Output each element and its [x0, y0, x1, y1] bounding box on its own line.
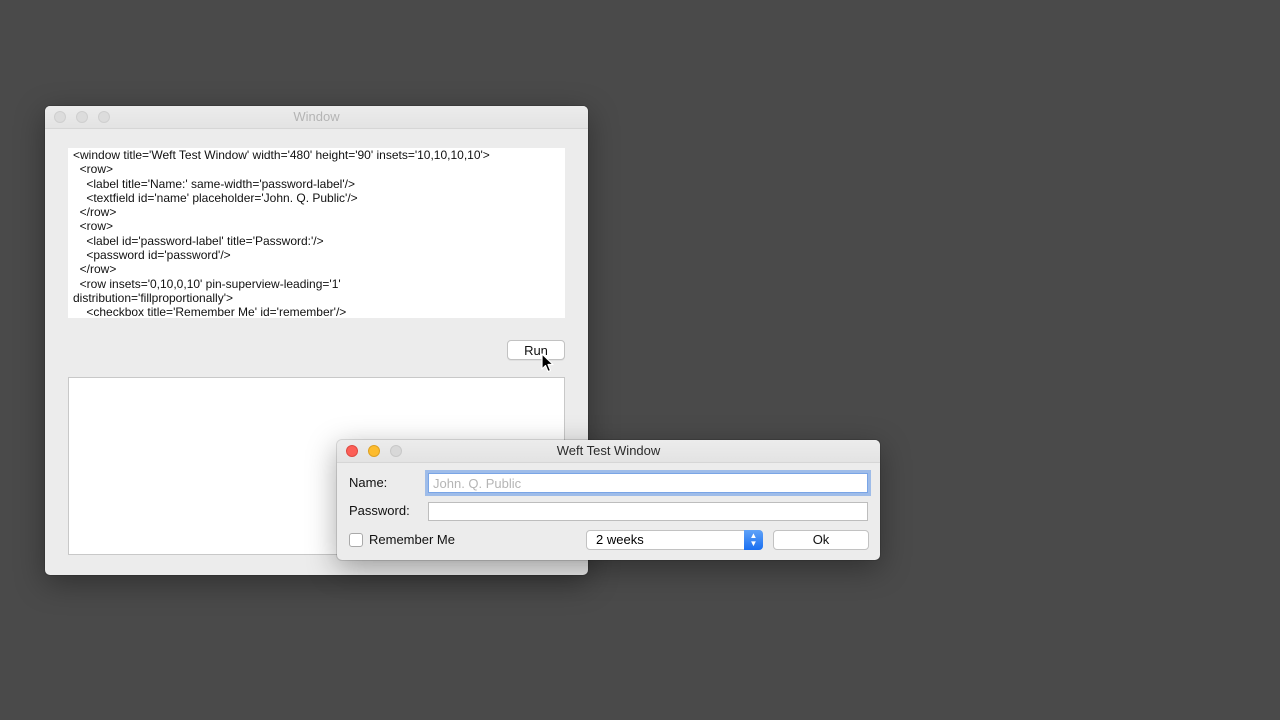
editor-minimize-button[interactable]	[76, 111, 88, 123]
test-titlebar[interactable]: Weft Test Window	[337, 440, 880, 463]
test-window-title: Weft Test Window	[556, 443, 661, 458]
duration-value: 2 weeks	[596, 532, 644, 547]
ok-button[interactable]: Ok	[773, 530, 869, 550]
remember-me-label[interactable]: Remember Me	[369, 532, 455, 547]
name-label: Name:	[349, 475, 388, 490]
editor-window-title: Window	[293, 109, 340, 124]
test-traffic-lights	[346, 445, 402, 457]
run-button[interactable]: Run	[507, 340, 565, 360]
password-label: Password:	[349, 503, 410, 518]
test-minimize-button[interactable]	[368, 445, 380, 457]
password-field[interactable]	[428, 502, 868, 521]
updown-chevron-icon: ▲ ▼	[744, 530, 763, 550]
test-window: Weft Test Window Name: Password: Remembe…	[337, 440, 880, 560]
code-editor[interactable]: <window title='Weft Test Window' width='…	[68, 148, 565, 318]
editor-close-button[interactable]	[54, 111, 66, 123]
duration-popup[interactable]: 2 weeks ▲ ▼	[586, 530, 763, 550]
editor-traffic-lights	[54, 111, 110, 123]
remember-me-checkbox[interactable]	[349, 533, 363, 547]
test-close-button[interactable]	[346, 445, 358, 457]
name-field[interactable]	[428, 473, 868, 493]
editor-zoom-button[interactable]	[98, 111, 110, 123]
editor-titlebar[interactable]: Window	[45, 106, 588, 129]
code-text: <window title='Weft Test Window' width='…	[73, 148, 490, 318]
test-zoom-button[interactable]	[390, 445, 402, 457]
arrow-cursor-icon	[541, 353, 554, 373]
